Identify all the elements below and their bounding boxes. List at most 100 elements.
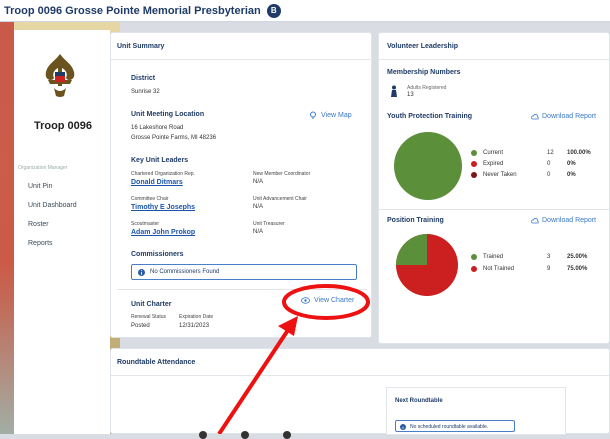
view-charter-button[interactable]: View Charter [301, 297, 354, 304]
chart-point [283, 431, 291, 439]
legend-pct: 0% [567, 171, 576, 178]
no-commissioners-text: No Commissioners Found [150, 269, 220, 275]
address-line1: 16 Lakeshore Road [131, 125, 184, 131]
membership-label: Membership Numbers [387, 69, 461, 76]
legend-dot [471, 266, 477, 272]
legend-count: 0 [547, 171, 551, 178]
cloud-download-icon [531, 113, 539, 119]
expiration-value: 12/31/2023 [179, 323, 210, 329]
legend-count: 9 [547, 266, 551, 272]
ypt-slice-current [394, 132, 462, 200]
leader-role: Chartered Organization Rep. [131, 171, 195, 177]
legend-label: Current [483, 149, 504, 156]
leader-name-link[interactable]: Donald Ditmars [131, 179, 183, 186]
adults-label: Adults Registered [407, 85, 447, 91]
volunteer-leadership-panel: Volunteer Leadership Membership Numbers … [378, 32, 610, 344]
leader-name: N/A [253, 179, 264, 185]
unit-charter-label: Unit Charter [131, 301, 172, 308]
legend-row: Current 12 100.00% [471, 147, 610, 158]
chart-point [199, 431, 207, 439]
legend-pct: 75.00% [567, 266, 588, 272]
next-roundtable-label: Next Roundtable [395, 398, 443, 404]
sidebar-item-reports[interactable]: Reports [28, 240, 53, 247]
unit-summary-panel: Unit Summary District Sunrise 32 Unit Me… [110, 32, 373, 338]
leader-role: New Member Coordinator [253, 171, 311, 177]
legend-pct: 100.00% [567, 149, 591, 156]
map-pin-icon [310, 111, 316, 119]
ypt-pie-chart [394, 132, 462, 200]
legend-dot [471, 171, 477, 178]
sidebar-item-unit-dashboard[interactable]: Unit Dashboard [28, 202, 77, 209]
eye-icon [301, 297, 310, 304]
position-download-report-button[interactable]: Download Report [531, 217, 596, 224]
next-roundtable-card: Next Roundtable No scheduled roundtable … [386, 387, 566, 435]
roundtable-info-box: No scheduled roundtable available. [395, 420, 515, 432]
legend-count: 3 [547, 254, 551, 260]
council-badge: B [266, 3, 281, 18]
sidebar-item-roster[interactable]: Roster [28, 221, 49, 228]
view-map-label: View Map [321, 111, 352, 119]
view-charter-label: View Charter [314, 297, 355, 304]
position-slice-trained [396, 234, 427, 265]
legend-count: 0 [547, 160, 551, 167]
leader-role: Unit Advancement Chair [253, 196, 307, 202]
ypt-download-label: Download Report [542, 113, 597, 120]
legend-dot [471, 160, 477, 167]
district-value: Sunrise 32 [131, 89, 160, 95]
person-icon [391, 85, 397, 97]
unit-title: Troop 0096 Grosse Pointe Memorial Presby… [4, 4, 261, 17]
info-icon [138, 269, 145, 276]
top-bar: Troop 0096 Grosse Pointe Memorial Presby… [0, 0, 610, 22]
adults-value: 13 [407, 92, 414, 98]
sidebar-section-label: Organization Manager [18, 165, 68, 171]
divider [117, 289, 367, 290]
legend-row: Never Taken 0 0% [471, 169, 610, 180]
legend-label: Expired [483, 160, 504, 167]
cloud-download-icon [531, 217, 539, 223]
leader-name: N/A [253, 204, 264, 210]
district-label: District [131, 75, 156, 82]
legend-label: Never Taken [483, 171, 517, 178]
roundtable-title: Roundtable Attendance [117, 359, 196, 366]
leader-name: N/A [253, 229, 264, 235]
divider [111, 59, 373, 60]
legend-count: 12 [547, 149, 554, 156]
renewal-status-label: Renewal Status [131, 314, 167, 320]
legend-dot [471, 254, 477, 260]
unit-summary-title: Unit Summary [117, 43, 165, 50]
position-download-label: Download Report [542, 217, 597, 224]
divider [379, 59, 610, 60]
divider [379, 209, 610, 210]
meeting-location-label: Unit Meeting Location [131, 111, 205, 118]
position-legend: Trained 3 25.00% Not Trained 9 75.00% [471, 251, 610, 275]
divider [111, 375, 610, 376]
leader-role: Unit Treasurer [253, 221, 285, 227]
legend-row: Not Trained 9 75.00% [471, 263, 610, 275]
address-line2: Grosse Pointe Farms, MI 48236 [131, 135, 217, 141]
commissioners-label: Commissioners [131, 251, 184, 258]
no-scheduled-text: No scheduled roundtable available. [410, 424, 489, 430]
legend-dot [471, 149, 477, 156]
roundtable-panel: Roundtable Attendance Next Roundtable No… [110, 348, 610, 439]
legend-row: Trained 3 25.00% [471, 251, 610, 263]
leader-role: Committee Chair [131, 196, 169, 202]
position-training-title: Position Training [387, 217, 444, 224]
ypt-title: Youth Protection Training [387, 113, 473, 120]
volunteer-title: Volunteer Leadership [387, 43, 459, 50]
expiration-label: Expiration Date [179, 314, 214, 320]
leader-name-link[interactable]: Timothy E Josephs [131, 204, 195, 211]
legend-row: Expired 0 0% [471, 158, 610, 169]
legend-pct: 0% [567, 160, 576, 167]
leader-role: Scoutmaster [131, 221, 160, 227]
ypt-download-report-button[interactable]: Download Report [531, 113, 596, 120]
position-pie-chart [396, 234, 458, 296]
chart-point [241, 431, 249, 439]
leader-name-link[interactable]: Adam John Prokop [131, 229, 195, 236]
view-map-button[interactable]: View Map [309, 111, 352, 119]
commissioners-box: No Commissioners Found [131, 264, 357, 280]
key-leaders-label: Key Unit Leaders [131, 157, 189, 164]
sidebar-item-unit-pin[interactable]: Unit Pin [28, 183, 53, 190]
legend-label: Not Trained [483, 266, 515, 272]
renewal-status-value: Posted [131, 323, 150, 329]
troop-name: Troop 0096 [33, 120, 93, 132]
